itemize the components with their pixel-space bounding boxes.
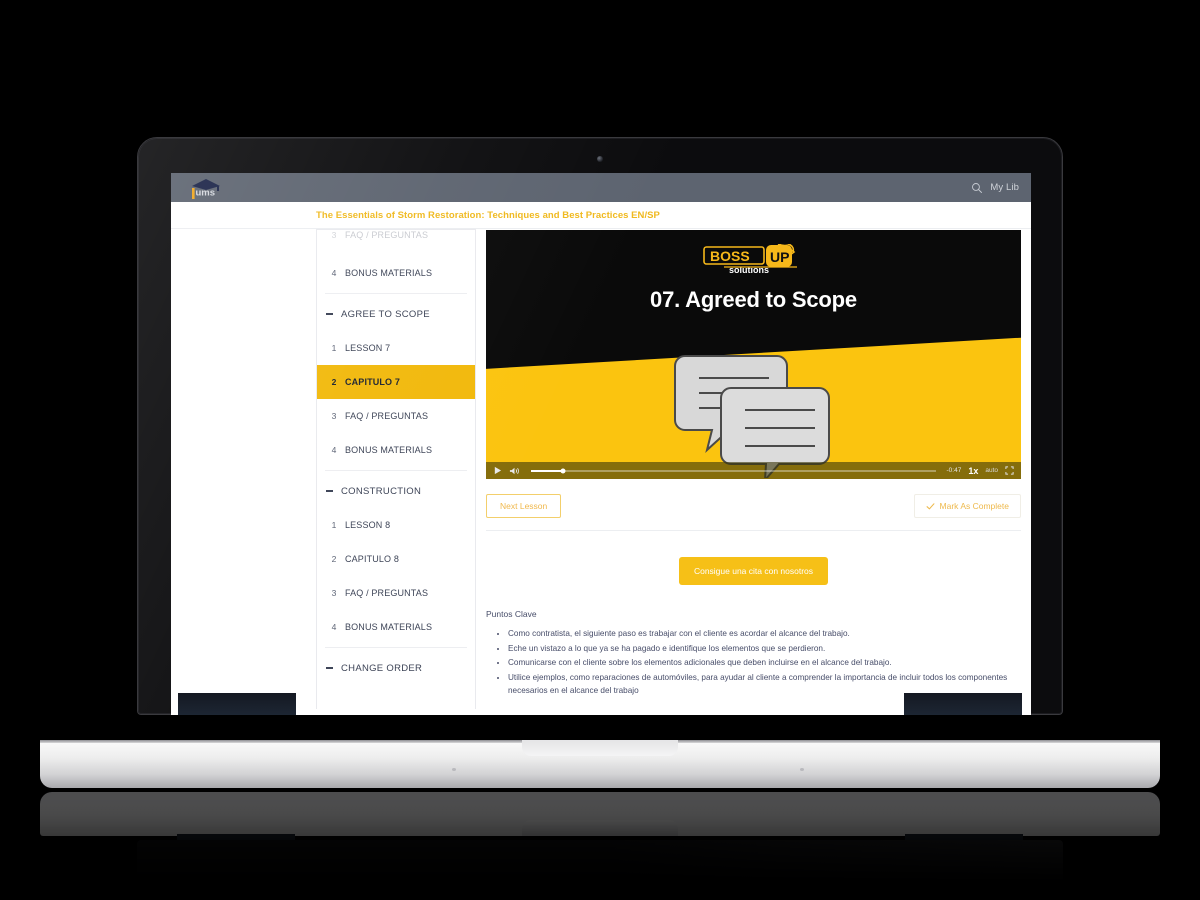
hinge-tab-left xyxy=(178,693,296,715)
lesson-main-column: BOSS UP solutions 07. Agreed to Scope -0… xyxy=(476,229,1031,709)
sidebar-section-label: CONSTRUCTION xyxy=(341,485,422,497)
sidebar-item-bonus-materials[interactable]: 4 BONUS MATERIALS xyxy=(317,256,475,290)
page-body: 3 FAQ / PREGUNTAS 4 BONUS MATERIALS AGREE TO… xyxy=(171,229,1031,709)
sidebar-item-label: FAQ / PREGUNTAS xyxy=(345,588,429,598)
sidebar-item-faq-preguntas[interactable]: 3 FAQ / PREGUNTAS xyxy=(317,230,475,256)
lesson-content: Puntos Clave Como contratista, el siguie… xyxy=(486,609,1021,698)
sidebar-item-label: LESSON 7 xyxy=(345,343,391,353)
laptop-lid: ums My Lib The Essentials of Storm Resto… xyxy=(137,137,1063,715)
base-foot-left xyxy=(452,768,456,771)
header-nav: My Lib xyxy=(971,182,1019,194)
laptop-reflection xyxy=(40,792,1160,900)
cta-row: Consigue una cita con nosotros xyxy=(486,557,1021,585)
base-foot-right xyxy=(800,768,804,771)
next-lesson-button[interactable]: Next Lesson xyxy=(486,494,562,518)
sidebar-item-label: FAQ / PREGUNTAS xyxy=(345,411,429,421)
sidebar-item-label: FAQ / PREGUNTAS xyxy=(345,230,429,240)
video-progress-handle[interactable] xyxy=(560,468,566,473)
graduation-cap-icon: ums xyxy=(192,178,220,199)
sidebar-item-faq-preguntas[interactable]: 3 FAQ / PREGUNTAS xyxy=(317,576,475,610)
sidebar-item-label: BONUS MATERIALS xyxy=(345,445,433,455)
bossup-logo: BOSS UP solutions xyxy=(702,242,806,283)
sidebar-item-number: 1 xyxy=(331,343,337,353)
sidebar-item-label: BONUS MATERIALS xyxy=(345,622,433,632)
key-point-item: Eche un vistazo a lo que ya se ha pagado… xyxy=(508,643,1021,656)
sidebar-item-bonus-materials[interactable]: 4 BONUS MATERIALS xyxy=(317,610,475,644)
video-progress-bar[interactable] xyxy=(531,468,936,473)
sidebar-item-label: BONUS MATERIALS xyxy=(345,268,433,278)
sidebar-section-construction[interactable]: CONSTRUCTION xyxy=(317,474,475,508)
sidebar-divider xyxy=(325,647,467,648)
lesson-video-player[interactable]: BOSS UP solutions 07. Agreed to Scope -0… xyxy=(486,230,1021,479)
sidebar-item-capitulo-7[interactable]: 2 CAPITULO 7 xyxy=(317,365,475,399)
reflection-glare xyxy=(137,840,1063,900)
sidebar-item-capitulo-8[interactable]: 2 CAPITULO 8 xyxy=(317,542,475,576)
svg-text:ums: ums xyxy=(196,187,216,198)
video-time-remaining: -0:47 xyxy=(946,467,962,474)
sidebar-item-number: 2 xyxy=(331,377,337,387)
video-progress-fill xyxy=(531,469,564,472)
laptop-screen: ums My Lib The Essentials of Storm Resto… xyxy=(171,173,1031,715)
speech-bubbles-icon xyxy=(673,348,835,479)
sidebar-item-number: 3 xyxy=(331,230,337,240)
video-quality[interactable]: auto xyxy=(985,467,998,474)
sidebar-item-faq-preguntas[interactable]: 3 FAQ / PREGUNTAS xyxy=(317,399,475,433)
lid-hinge-tabs xyxy=(138,693,1062,715)
course-curriculum-sidebar[interactable]: 3 FAQ / PREGUNTAS 4 BONUS MATERIALS AGREE TO… xyxy=(316,229,476,709)
minus-icon xyxy=(326,667,333,669)
sidebar-item-number: 4 xyxy=(331,445,337,455)
bossup-logo-primary: BOSS xyxy=(710,248,750,264)
base-notch xyxy=(522,740,678,756)
sidebar-section-agree-to-scope[interactable]: AGREE TO SCOPE xyxy=(317,297,475,331)
fullscreen-icon[interactable] xyxy=(1005,466,1014,475)
sidebar-item-bonus-materials[interactable]: 4 BONUS MATERIALS xyxy=(317,433,475,467)
sidebar-section-change-order[interactable]: CHANGE ORDER xyxy=(317,651,475,685)
sidebar-item-label: LESSON 8 xyxy=(345,520,391,530)
video-playback-rate[interactable]: 1x xyxy=(968,466,978,476)
key-point-item: Comunicarse con el cliente sobre los ele… xyxy=(508,657,1021,670)
book-appointment-button[interactable]: Consigue una cita con nosotros xyxy=(678,557,829,585)
reflection-notch xyxy=(522,820,678,836)
bossup-logo-secondary: UP xyxy=(770,249,789,265)
sidebar-section-label: CHANGE ORDER xyxy=(341,662,423,674)
sidebar-item-label: CAPITULO 8 xyxy=(345,554,400,564)
webcam-icon xyxy=(597,156,603,162)
sidebar-item-number: 3 xyxy=(331,411,337,421)
mark-as-complete-label: Mark As Complete xyxy=(939,501,1009,511)
my-library-link[interactable]: My Lib xyxy=(990,182,1019,193)
course-title: The Essentials of Storm Restoration: Tec… xyxy=(171,202,1031,229)
sidebar-section-label: AGREE TO SCOPE xyxy=(341,308,430,320)
screenshot-stage: ums My Lib The Essentials of Storm Resto… xyxy=(0,0,1200,900)
key-points-list: Como contratista, el siguiente paso es t… xyxy=(508,628,1021,698)
sidebar-item-lesson-8[interactable]: 1 LESSON 8 xyxy=(317,508,475,542)
site-logo[interactable]: ums xyxy=(184,175,228,201)
search-icon[interactable] xyxy=(971,182,983,194)
reflection-lid xyxy=(137,840,1063,900)
check-icon xyxy=(926,502,935,509)
content-heading: Puntos Clave xyxy=(486,609,537,619)
volume-icon[interactable] xyxy=(509,466,520,476)
sidebar-item-lesson-7[interactable]: 1 LESSON 7 xyxy=(317,331,475,365)
sidebar-divider xyxy=(325,293,467,294)
video-title: 07. Agreed to Scope xyxy=(650,287,857,312)
lesson-actions: Next Lesson Mark As Complete xyxy=(486,494,1021,531)
hinge-tab-right xyxy=(904,693,1022,715)
reflection-base xyxy=(40,792,1160,836)
play-icon[interactable] xyxy=(493,466,502,475)
mark-as-complete-button[interactable]: Mark As Complete xyxy=(913,494,1021,518)
minus-icon xyxy=(326,313,333,315)
key-point-item: Como contratista, el siguiente paso es t… xyxy=(508,628,1021,641)
sidebar-item-number: 3 xyxy=(331,588,337,598)
sidebar-item-number: 2 xyxy=(331,554,337,564)
sidebar-item-number: 1 xyxy=(331,520,337,530)
laptop-base xyxy=(40,740,1160,788)
video-controls-bar[interactable]: -0:47 1x auto xyxy=(486,462,1021,479)
sidebar-item-label: CAPITULO 7 xyxy=(345,377,401,387)
sidebar-item-number: 4 xyxy=(331,622,337,632)
sidebar-item-number: 4 xyxy=(331,268,337,278)
app-header: ums My Lib xyxy=(171,173,1031,202)
sidebar-divider xyxy=(325,470,467,471)
minus-icon xyxy=(326,490,333,492)
